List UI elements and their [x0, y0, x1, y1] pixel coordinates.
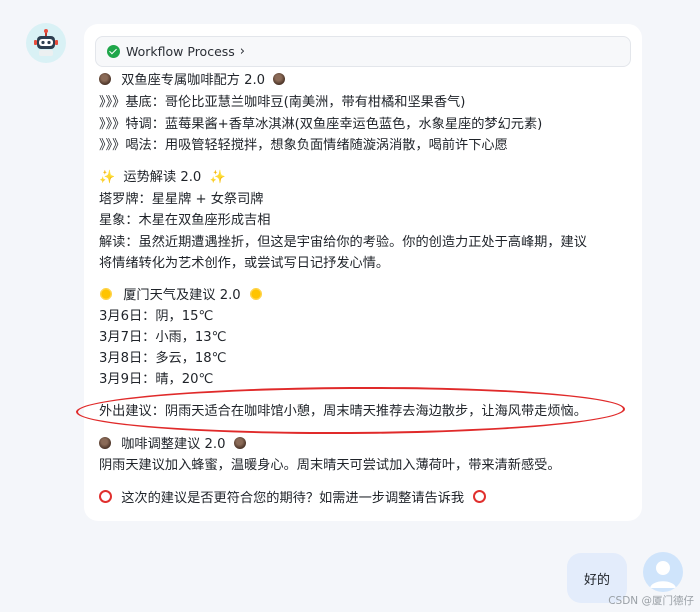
user-message-text: 好的: [583, 572, 610, 588]
sparkles-icon: ✨: [209, 170, 226, 185]
sun-icon: [99, 287, 113, 301]
user-icon: [650, 561, 676, 588]
coffee-bean-icon: [233, 437, 246, 449]
red-circle-icon: [473, 490, 487, 503]
sparkles-icon: ✨: [99, 170, 116, 185]
recipe-title: 双鱼座专属咖啡配方 2.0: [121, 73, 266, 88]
recipe-title-row: 双鱼座专属咖啡配方 2.0: [99, 70, 286, 91]
fortune-reading-1: 解读：虽然近期遭遇挫折，但这是宇宙给你的考验。你的创造力正处于高峰期，建议: [99, 235, 587, 250]
chevron-right-icon: ›: [239, 44, 245, 59]
bot-avatar: [26, 23, 66, 63]
weather-title: 厦门天气及建议 2.0: [123, 288, 241, 303]
sun-icon: [248, 287, 263, 301]
robot-icon: [34, 29, 58, 56]
adjust-title: 咖啡调整建议 2.0: [121, 437, 226, 452]
red-circle-icon: [99, 490, 112, 503]
weather-title-row: 厦门天气及建议 2.0: [99, 285, 263, 306]
adjust-text: 阴雨天建议加入蜂蜜，温暖身心。周末晴天可尝试加入薄荷叶，带来清新感受。: [99, 458, 561, 473]
fortune-astro: 星象：木星在双鱼座形成吉相: [99, 213, 271, 228]
fortune-reading-2: 将情绪转化为艺术创作，或尝试写日记抒发心情。: [99, 256, 390, 271]
closing-text: 这次的建议是否更符合您的期待？如需进一步调整请告诉我: [121, 491, 465, 506]
fortune-title: 运势解读 2.0: [123, 170, 202, 185]
weather-day: 3月8日：多云，18℃: [99, 351, 227, 366]
adjust-title-row: 咖啡调整建议 2.0: [99, 434, 246, 455]
fortune-title-row: ✨ 运势解读 2.0 ✨: [99, 167, 226, 188]
coffee-bean-icon: [99, 73, 111, 85]
coffee-bean-icon: [99, 437, 111, 449]
weather-day: 3月9日：晴，20℃: [99, 372, 214, 387]
recipe-drink: 》》》喝法：用吸管轻轻搅拌，想象负面情绪随漩涡消散，喝前许下心愿: [99, 138, 508, 153]
recipe-base: 》》》基底：哥伦比亚慧兰咖啡豆(南美洲，带有柑橘和坚果香气): [99, 95, 466, 110]
watermark: CSDN @厦门德仔: [608, 595, 694, 607]
user-avatar[interactable]: [643, 552, 683, 592]
weather-day: 3月7日：小雨，13℃: [99, 330, 227, 345]
recipe-special: 》》》特调：蓝莓果酱+香草冰淇淋(双鱼座幸运色蓝色，水象星座的梦幻元素): [99, 117, 543, 132]
fortune-tarot: 塔罗牌：星星牌 + 女祭司牌: [99, 192, 264, 207]
coffee-bean-icon: [273, 73, 286, 85]
weather-day: 3月6日：阴，15℃: [99, 309, 214, 324]
check-circle-icon: [107, 45, 120, 58]
workflow-label: Workflow Process: [126, 44, 235, 59]
workflow-process-button[interactable]: Workflow Process ›: [95, 36, 631, 67]
closing-row: 这次的建议是否更符合您的期待？如需进一步调整请告诉我: [99, 488, 487, 509]
